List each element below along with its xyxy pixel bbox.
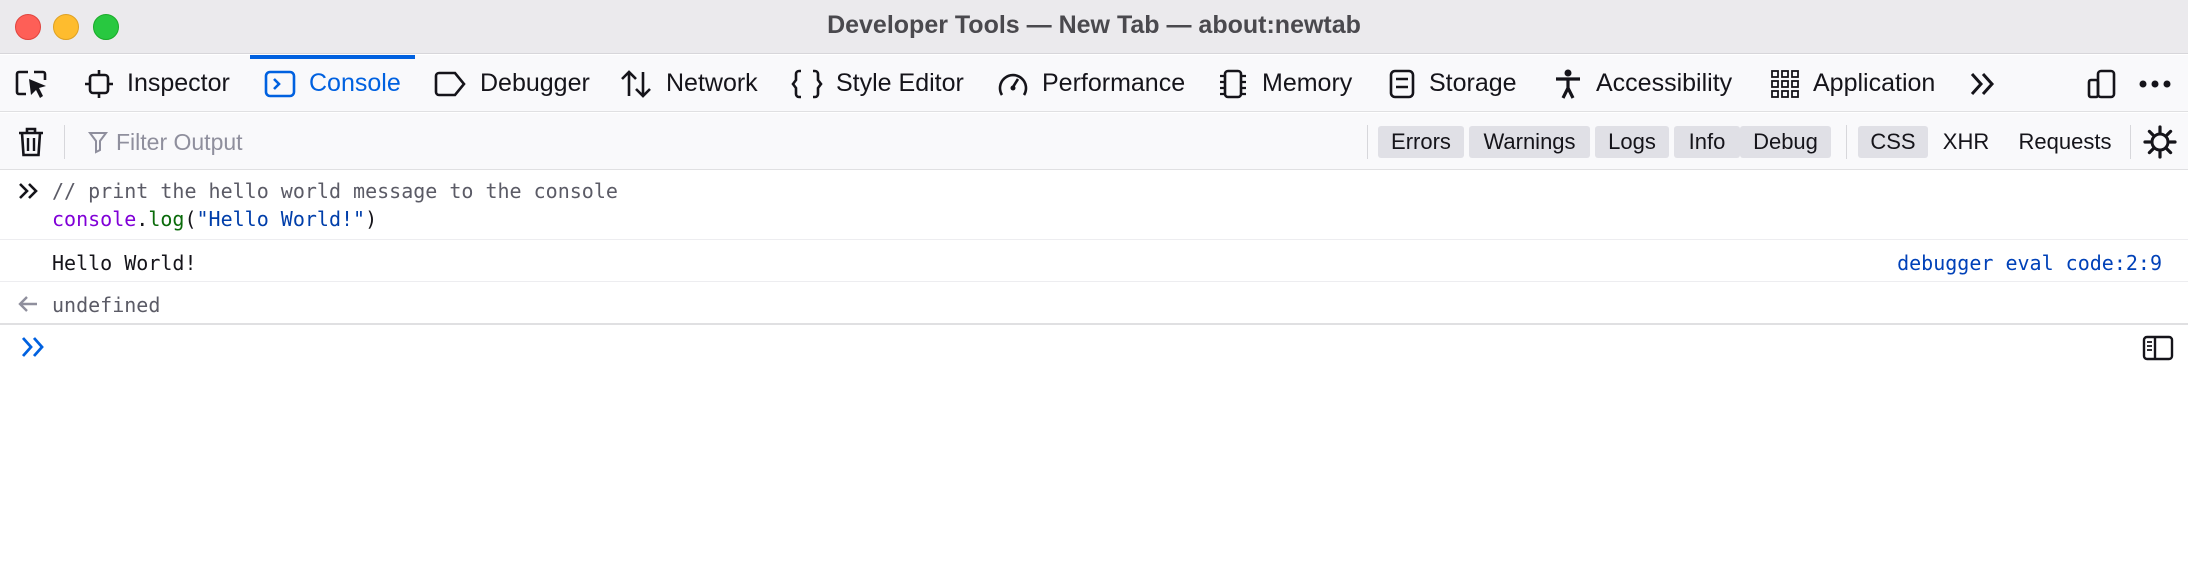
window-titlebar: Developer Tools — New Tab — about:newtab xyxy=(0,0,2188,54)
tab-debugger[interactable]: Debugger xyxy=(433,55,590,112)
responsive-design-icon xyxy=(2087,69,2116,98)
tab-label: Inspector xyxy=(127,69,230,97)
console-filter-bar: Errors Warnings Logs Info Debug CSS XHR … xyxy=(0,113,2188,170)
result-value: undefined xyxy=(52,293,161,317)
source-link[interactable]: debugger eval code:2:9 xyxy=(1897,251,2162,275)
code-dot: . xyxy=(136,207,149,231)
divider xyxy=(2130,125,2131,159)
more-tools-icon xyxy=(1970,72,1995,95)
console-log-row: Hello World! debugger eval code:2:9 xyxy=(0,241,2188,282)
devtools-toolbar: Inspector Console Debugger Network Style… xyxy=(0,55,2188,112)
tab-label: Accessibility xyxy=(1596,69,1733,97)
tab-style-editor[interactable]: Style Editor xyxy=(791,55,964,112)
tab-label: Style Editor xyxy=(836,69,964,97)
style-editor-icon xyxy=(791,69,823,98)
code-comment: // print the hello world message to the … xyxy=(52,179,618,203)
tab-label: Debugger xyxy=(480,69,590,97)
filter-requests-button[interactable]: Requests xyxy=(2005,126,2125,158)
console-icon xyxy=(264,70,296,97)
trash-icon[interactable] xyxy=(16,126,46,158)
performance-icon xyxy=(998,73,1028,96)
accessibility-icon xyxy=(1556,69,1580,99)
tab-performance[interactable]: Performance xyxy=(997,55,1185,112)
tab-label: Network xyxy=(666,69,758,97)
command-chevron-icon xyxy=(19,183,38,199)
filter-css-button[interactable]: CSS xyxy=(1858,126,1928,158)
tab-label: Application xyxy=(1813,69,1936,97)
filter-logs-button[interactable]: Logs xyxy=(1595,126,1669,158)
console-command-row: // print the hello world message to the … xyxy=(0,171,2188,240)
tab-memory[interactable]: Memory xyxy=(1217,55,1352,112)
result-arrow-icon xyxy=(18,296,37,312)
filter-icon xyxy=(88,132,108,154)
filter-warnings-button[interactable]: Warnings xyxy=(1469,126,1590,158)
divider xyxy=(1846,125,1847,159)
console-result-row: undefined xyxy=(0,283,2188,325)
divider xyxy=(1367,125,1368,159)
more-tools-button[interactable] xyxy=(1968,55,1998,112)
application-icon xyxy=(1771,69,1799,98)
element-picker-button[interactable] xyxy=(14,55,50,112)
code-string: "Hello World!" xyxy=(196,207,366,231)
split-console-icon[interactable] xyxy=(2142,335,2174,361)
tab-inspector[interactable]: Inspector xyxy=(84,55,230,112)
storage-icon xyxy=(1389,69,1415,98)
code-function: log xyxy=(148,207,185,231)
code-paren-close: ) xyxy=(365,207,378,231)
settings-menu-button[interactable] xyxy=(2138,55,2172,112)
network-icon xyxy=(621,69,651,98)
meatball-menu-icon xyxy=(2139,80,2171,87)
debugger-icon xyxy=(434,71,466,96)
responsive-design-button[interactable] xyxy=(2086,55,2118,112)
log-message: Hello World! xyxy=(52,251,197,275)
divider xyxy=(64,125,65,159)
tab-label: Console xyxy=(309,69,401,97)
console-input[interactable] xyxy=(52,330,2112,366)
tab-label: Storage xyxy=(1429,69,1517,97)
inspector-icon xyxy=(85,69,113,98)
gear-icon[interactable] xyxy=(2143,125,2177,159)
tab-console[interactable]: Console xyxy=(250,55,415,112)
tab-network[interactable]: Network xyxy=(619,55,758,112)
code-paren-open: ( xyxy=(184,207,197,231)
input-prompt-icon xyxy=(21,337,44,357)
filter-errors-button[interactable]: Errors xyxy=(1378,126,1464,158)
filter-info-button[interactable]: Info xyxy=(1674,126,1740,158)
tab-accessibility[interactable]: Accessibility xyxy=(1553,55,1732,112)
window-title: Developer Tools — New Tab — about:newtab xyxy=(827,11,1361,39)
tab-label: Memory xyxy=(1262,69,1353,97)
filter-debug-button[interactable]: Debug xyxy=(1740,126,1831,158)
filter-xhr-button[interactable]: XHR xyxy=(1932,126,2000,158)
memory-icon xyxy=(1220,69,1246,98)
code-statement: console.log("Hello World!") xyxy=(52,207,377,231)
code-object: console xyxy=(52,207,137,231)
tab-application[interactable]: Application xyxy=(1770,55,1935,112)
tab-label: Performance xyxy=(1042,69,1186,97)
filter-output-input[interactable] xyxy=(114,125,1314,159)
tab-storage[interactable]: Storage xyxy=(1388,55,1517,112)
element-picker-icon xyxy=(15,70,47,98)
